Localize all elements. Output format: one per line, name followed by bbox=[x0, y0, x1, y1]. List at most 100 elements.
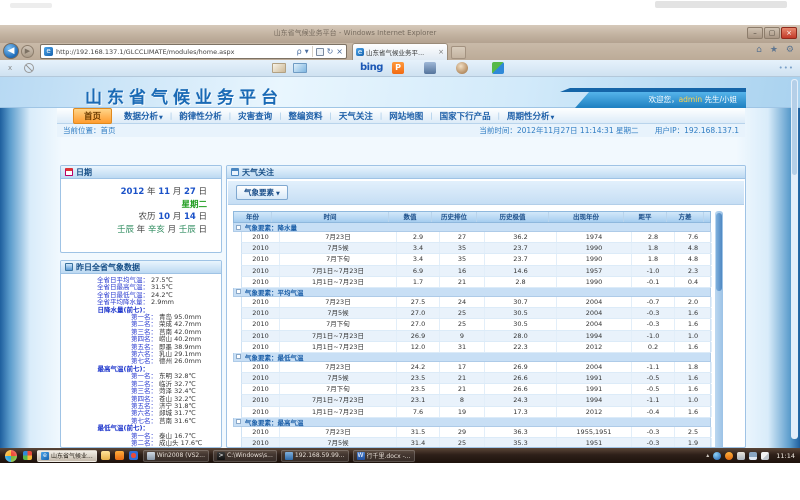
group-header-row[interactable]: 气象要素：降水量 bbox=[233, 223, 711, 232]
table-row[interactable]: 20107月23日24.21726.92004-1.11.8 bbox=[241, 362, 711, 373]
element-filter-button[interactable]: 气象要素▼ bbox=[236, 185, 288, 200]
forward-button[interactable]: ▶ bbox=[21, 45, 34, 58]
table-cell: 7月1日~7月23日 bbox=[280, 266, 397, 276]
table-row[interactable]: 20107月5候31.42535.31951-0.31.9 bbox=[241, 438, 711, 448]
table-row[interactable]: 20101月1日~7月23日1.7212.81990-0.10.4 bbox=[241, 277, 711, 288]
ie-titlebar: 山东省气候业务平台 - Windows Internet Explorer – … bbox=[0, 25, 800, 43]
page-scrollbar-thumb[interactable] bbox=[792, 80, 797, 175]
table-row[interactable]: 20107月下旬23.52126.61991-0.51.6 bbox=[241, 384, 711, 395]
group-header-row[interactable]: 气象要素：平均气温 bbox=[233, 288, 711, 297]
compatibility-icon[interactable] bbox=[316, 48, 324, 56]
table-row[interactable]: 20107月23日31.52936.31955,1951-0.32.5 bbox=[241, 427, 711, 438]
tab-close-icon[interactable]: × bbox=[438, 48, 444, 56]
table-row[interactable]: 20107月5候27.02530.52004-0.31.6 bbox=[241, 308, 711, 319]
url-text[interactable]: http://192.168.137.1/GLCCLIMATE/modules/… bbox=[56, 48, 297, 56]
group-checkbox[interactable] bbox=[236, 225, 241, 230]
table-row[interactable]: 20107月23日2.92736.219742.87.6 bbox=[241, 232, 711, 243]
ime-globe-icon[interactable] bbox=[713, 452, 721, 460]
table-cell: 27 bbox=[440, 232, 485, 242]
nav-item-网站地图[interactable]: 网站地图 bbox=[385, 110, 427, 122]
taskbar-button-cmd[interactable]: >C:\Windows\s... bbox=[213, 450, 277, 462]
group-checkbox[interactable] bbox=[236, 289, 241, 294]
table-row[interactable]: 20101月1日~7月23日12.03122.320120.21.6 bbox=[241, 342, 711, 353]
taskbar-button-rdp[interactable]: 192.168.59.99... bbox=[281, 450, 349, 462]
clock[interactable]: 11:14 bbox=[776, 452, 795, 460]
table-cell: 2010 bbox=[242, 362, 280, 372]
site-brand: 山东省气候业务平台 bbox=[85, 83, 283, 108]
taskbar-folder-icon[interactable] bbox=[101, 451, 110, 460]
taskbar-app-circle-icon[interactable] bbox=[129, 451, 138, 460]
system-tray: ▴ 11:14 bbox=[706, 452, 800, 460]
home-icon[interactable]: ⌂ bbox=[756, 45, 762, 55]
group-header-row[interactable]: 气象要素：最低气温 bbox=[233, 353, 711, 362]
addon-p-icon[interactable]: P bbox=[392, 62, 404, 74]
browser-tab[interactable]: e 山东省气候业务平... × bbox=[352, 43, 448, 60]
table-row[interactable]: 20107月下旬27.02530.52004-0.31.6 bbox=[241, 319, 711, 330]
table-cell: 1.8 bbox=[632, 254, 675, 264]
search-icon[interactable]: ρ bbox=[297, 47, 302, 56]
addon-camera-icon[interactable] bbox=[424, 62, 436, 74]
table-row[interactable]: 20107月5候23.52126.61991-0.51.6 bbox=[241, 373, 711, 384]
stop-icon[interactable]: × bbox=[336, 47, 343, 56]
nav-item-周期性分析[interactable]: 周期性分析▼ bbox=[503, 110, 558, 122]
nav-item-数据分析[interactable]: 数据分析▼ bbox=[120, 110, 167, 122]
table-cell: 35 bbox=[440, 254, 485, 264]
nav-item-首页[interactable]: 首页 bbox=[73, 108, 112, 124]
table-cell: 21 bbox=[440, 373, 485, 383]
page-scrollbar[interactable] bbox=[791, 79, 798, 439]
table-cell: -0.5 bbox=[632, 384, 675, 394]
show-hidden-icons-caret[interactable]: ▴ bbox=[706, 452, 709, 459]
new-tab-button[interactable] bbox=[451, 46, 466, 59]
table-row[interactable]: 20107月1日~7月23日23.1824.31994-1.11.0 bbox=[241, 395, 711, 406]
favorites-star-icon[interactable]: ★ bbox=[770, 45, 778, 55]
close-pane-icon[interactable]: x bbox=[8, 64, 12, 72]
addon-dog-icon[interactable] bbox=[456, 62, 468, 74]
blocked-circle-icon[interactable] bbox=[24, 63, 34, 73]
taskbar-button-word[interactable]: W行千里.docx -... bbox=[353, 450, 415, 462]
group-header-row[interactable]: 气象要素：最高气温 bbox=[233, 418, 711, 427]
tools-gear-icon[interactable]: ⚙ bbox=[786, 45, 794, 55]
mail-compose-icon[interactable] bbox=[272, 63, 286, 73]
refresh-icon[interactable]: ↻ bbox=[327, 47, 334, 56]
table-cell: 1月1日~7月23日 bbox=[280, 342, 397, 352]
network-icon[interactable] bbox=[749, 452, 757, 460]
address-bar[interactable]: e http://192.168.137.1/GLCCLIMATE/module… bbox=[40, 44, 347, 59]
addon-puzzle-icon[interactable] bbox=[492, 62, 504, 74]
mail-envelope-icon[interactable] bbox=[293, 63, 307, 73]
action-center-flag-icon[interactable] bbox=[737, 452, 745, 460]
table-row[interactable]: 20107月下旬3.43523.719901.84.8 bbox=[241, 254, 711, 265]
panel-scrollbar[interactable] bbox=[715, 211, 723, 448]
back-button[interactable]: ◀ bbox=[3, 43, 19, 59]
table-row[interactable]: 20107月5候3.43523.719901.84.8 bbox=[241, 243, 711, 254]
table-row[interactable]: 20107月1日~7月23日6.91614.61957-1.02.3 bbox=[241, 266, 711, 277]
taskbar-button-ie[interactable]: e山东省气候业... bbox=[37, 450, 97, 462]
panel-scrollbar-thumb[interactable] bbox=[716, 213, 722, 291]
status-row: 当前位置：首页 当前时间：2012年11月27日 11:14:31 星期二 用户… bbox=[57, 124, 745, 137]
nav-item-整编资料[interactable]: 整编资料 bbox=[285, 110, 327, 122]
close-button[interactable]: × bbox=[781, 27, 797, 39]
chevron-down-icon: ▼ bbox=[551, 115, 555, 121]
bing-logo[interactable]: bing bbox=[360, 62, 383, 73]
table-row[interactable]: 20107月23日27.52430.72004-0.72.0 bbox=[241, 297, 711, 308]
nav-item-国家下行产品[interactable]: 国家下行产品 bbox=[436, 110, 495, 122]
maximize-button[interactable]: ▢ bbox=[764, 27, 780, 39]
table-row[interactable]: 20101月1日~7月23日7.61917.32012-0.41.6 bbox=[241, 407, 711, 418]
taskbar: e山东省气候业... Win2008 (VS2... >C:\Windows\s..… bbox=[0, 448, 800, 463]
calendar-line: 农历 10 月 14 日 bbox=[61, 211, 207, 224]
more-icon[interactable]: ••• bbox=[779, 64, 794, 72]
minimize-button[interactable]: – bbox=[747, 27, 763, 39]
taskbar-app-orange-icon[interactable] bbox=[115, 451, 124, 460]
nav-item-灾害查询[interactable]: 灾害查询 bbox=[234, 110, 276, 122]
start-button[interactable] bbox=[5, 450, 17, 462]
nav-item-天气关注[interactable]: 天气关注 bbox=[335, 110, 377, 122]
group-checkbox[interactable] bbox=[236, 419, 241, 424]
group-checkbox[interactable] bbox=[236, 354, 241, 359]
nav-item-韵律性分析[interactable]: 韵律性分析 bbox=[175, 110, 226, 122]
table-row[interactable]: 20107月1日~7月23日26.9928.01994-1.01.0 bbox=[241, 331, 711, 342]
search-dropdown-icon[interactable]: ▼ bbox=[305, 49, 309, 55]
tab-label[interactable]: 山东省气候业务平... bbox=[366, 47, 436, 57]
launcher-icon[interactable] bbox=[23, 451, 32, 460]
volume-icon[interactable] bbox=[761, 452, 769, 460]
fox-addon-icon[interactable] bbox=[725, 452, 733, 460]
taskbar-button-window[interactable]: Win2008 (VS2... bbox=[143, 450, 209, 462]
